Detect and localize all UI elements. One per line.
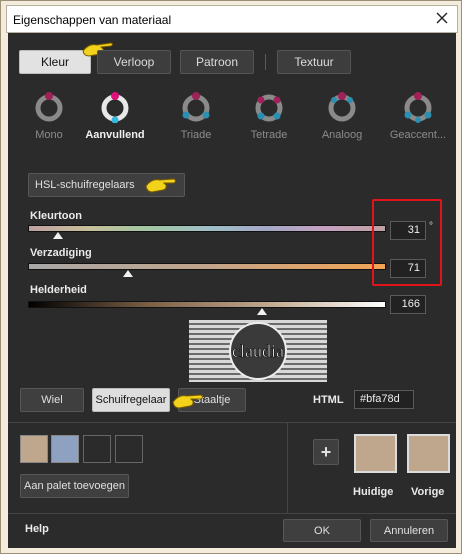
highlight-box xyxy=(372,199,442,286)
dialog-frame: Eigenschappen van materiaal Kleur Verloo… xyxy=(0,0,462,554)
pointing-hand-icon xyxy=(145,178,176,193)
palette-swatch-empty[interactable] xyxy=(115,435,143,463)
palette-swatch-empty[interactable] xyxy=(83,435,111,463)
lightness-slider[interactable] xyxy=(28,301,386,308)
sliders-view-button[interactable]: Schuifregelaar xyxy=(92,388,170,412)
accented-harmony-icon xyxy=(404,92,432,123)
harmony-analoog[interactable]: Analoog xyxy=(311,91,373,141)
footer-divider xyxy=(8,513,456,514)
harmony-aanvullend[interactable]: Aanvullend xyxy=(84,91,146,141)
wheel-view-button[interactable]: Wiel xyxy=(20,388,84,412)
tab-separator xyxy=(265,54,266,70)
tetrad-harmony-icon xyxy=(255,94,283,122)
hue-label: Kleurtoon xyxy=(30,210,82,222)
harmony-mono[interactable]: Mono xyxy=(18,91,80,141)
previous-label: Vorige xyxy=(411,486,445,498)
title-bar: Eigenschappen van materiaal xyxy=(6,5,458,33)
harmony-geaccentueerd[interactable]: Geaccent... xyxy=(387,91,449,141)
tab-textuur[interactable]: Textuur xyxy=(277,50,351,74)
mode-dropdown-value: HSL-schuifregelaars xyxy=(35,179,135,191)
current-label: Huidige xyxy=(353,486,394,498)
harmony-tetrade[interactable]: Tetrade xyxy=(238,91,300,141)
saturation-slider[interactable] xyxy=(28,263,386,270)
harmony-label: Mono xyxy=(35,129,63,141)
hue-slider[interactable] xyxy=(28,225,386,232)
triad-harmony-icon xyxy=(182,92,210,122)
tab-verloop[interactable]: Verloop xyxy=(97,50,171,74)
mono-harmony-icon xyxy=(35,92,63,122)
harmony-triade[interactable]: Triade xyxy=(165,91,227,141)
html-label: HTML xyxy=(313,394,344,406)
lightness-value-field[interactable]: 166 xyxy=(390,295,426,314)
harmony-label: Analoog xyxy=(321,129,363,141)
ok-button[interactable]: OK xyxy=(283,519,361,542)
window-title: Eigenschappen van materiaal xyxy=(13,13,172,27)
vertical-divider xyxy=(287,423,288,513)
lightness-label: Helderheid xyxy=(30,284,87,296)
add-color-button[interactable]: + xyxy=(313,439,339,465)
hue-slider-thumb[interactable] xyxy=(53,232,63,239)
harmony-label: Triade xyxy=(180,129,212,141)
tab-patroon[interactable]: Patroon xyxy=(180,50,254,74)
saturation-label: Verzadiging xyxy=(30,247,92,259)
previous-color-swatch[interactable] xyxy=(407,434,450,473)
analogous-harmony-icon xyxy=(328,92,356,122)
close-icon[interactable] xyxy=(433,9,451,27)
add-to-palette-button[interactable]: Aan palet toevoegen xyxy=(20,474,129,498)
pointing-hand-icon xyxy=(172,394,203,409)
current-color-swatch xyxy=(354,434,397,473)
palette-swatch-1[interactable] xyxy=(20,435,48,463)
html-color-field[interactable]: #bfa78d xyxy=(354,390,414,409)
complementary-harmony-icon xyxy=(101,92,129,123)
lightness-slider-thumb[interactable] xyxy=(257,308,267,315)
harmony-label: Tetrade xyxy=(250,129,288,141)
claudia-watermark-logo: claudia xyxy=(189,320,327,382)
harmony-label: Aanvullend xyxy=(85,129,145,141)
palette-swatch-2[interactable] xyxy=(51,435,79,463)
saturation-slider-thumb[interactable] xyxy=(123,270,133,277)
dialog-body: Kleur Verloop Patroon Textuur Mono Aanvu… xyxy=(8,33,456,548)
section-divider xyxy=(8,422,456,423)
harmony-label: Geaccent... xyxy=(389,129,447,141)
logo-text: claudia xyxy=(232,341,284,361)
cancel-button[interactable]: Annuleren xyxy=(370,519,448,542)
help-link[interactable]: Help xyxy=(25,523,49,535)
